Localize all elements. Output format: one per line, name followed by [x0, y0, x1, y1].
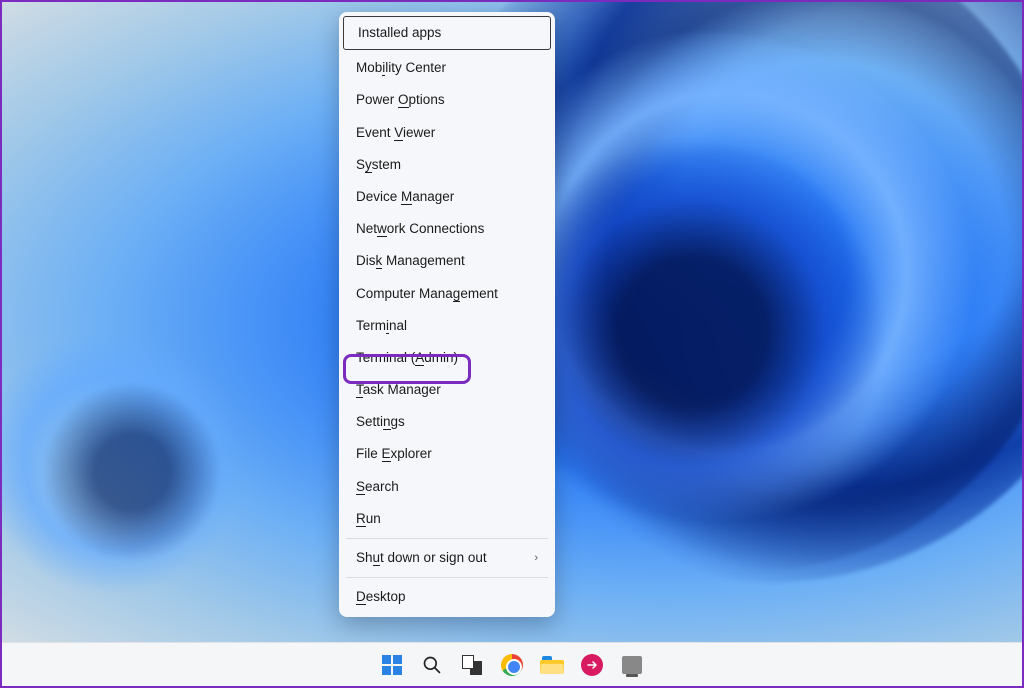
menu-item-task-manager[interactable]: Task Manager: [342, 374, 552, 406]
task-view-button[interactable]: [458, 651, 486, 679]
search-button[interactable]: [418, 651, 446, 679]
menu-item-shutdown[interactable]: Shut down or sign out ›: [342, 542, 552, 574]
menu-item-terminal-admin[interactable]: Terminal (Admin): [342, 342, 552, 374]
menu-separator: [346, 577, 548, 578]
wallpaper-bloom: [32, 362, 232, 582]
menu-item-installed-apps[interactable]: Installed apps: [343, 16, 551, 50]
pinned-app-2-button[interactable]: [618, 651, 646, 679]
menu-item-event-viewer[interactable]: Event Viewer: [342, 117, 552, 149]
menu-item-label: Terminal: [356, 318, 407, 334]
power-user-menu: Installed apps Mobility Center Power Optio…: [339, 12, 555, 617]
menu-item-label: Settings: [356, 414, 405, 430]
menu-item-system[interactable]: System: [342, 149, 552, 181]
menu-item-device-manager[interactable]: Device Manager: [342, 181, 552, 213]
menu-item-settings[interactable]: Settings: [342, 406, 552, 438]
menu-item-disk-management[interactable]: Disk Management: [342, 245, 552, 277]
folder-icon: [540, 656, 564, 674]
menu-item-label: Network Connections: [356, 221, 484, 237]
menu-item-label: Device Manager: [356, 189, 454, 205]
menu-item-run[interactable]: Run: [342, 503, 552, 535]
menu-item-mobility-center[interactable]: Mobility Center: [342, 52, 552, 84]
menu-item-search[interactable]: Search: [342, 471, 552, 503]
chrome-button[interactable]: [498, 651, 526, 679]
taskbar: [2, 642, 1022, 686]
menu-item-label: Shut down or sign out: [356, 550, 487, 566]
menu-item-file-explorer[interactable]: File Explorer: [342, 438, 552, 470]
menu-item-label: Terminal (Admin): [356, 350, 458, 366]
menu-item-label: Power Options: [356, 92, 445, 108]
menu-item-desktop[interactable]: Desktop: [342, 581, 552, 613]
menu-item-label: Event Viewer: [356, 125, 435, 141]
menu-item-label: Run: [356, 511, 381, 527]
menu-item-computer-management[interactable]: Computer Management: [342, 278, 552, 310]
menu-item-power-options[interactable]: Power Options: [342, 84, 552, 116]
task-view-icon: [462, 655, 482, 675]
menu-item-label: Mobility Center: [356, 60, 446, 76]
menu-item-label: Installed apps: [358, 25, 441, 41]
menu-item-label: File Explorer: [356, 446, 432, 462]
menu-item-label: Task Manager: [356, 382, 441, 398]
menu-item-terminal[interactable]: Terminal: [342, 310, 552, 342]
start-button[interactable]: [378, 651, 406, 679]
menu-item-label: Disk Management: [356, 253, 465, 269]
menu-item-label: System: [356, 157, 401, 173]
app-icon: [581, 654, 603, 676]
chrome-icon: [501, 654, 523, 676]
menu-item-label: Search: [356, 479, 399, 495]
chevron-right-icon: ›: [534, 552, 538, 565]
file-explorer-button[interactable]: [538, 651, 566, 679]
menu-item-network-connections[interactable]: Network Connections: [342, 213, 552, 245]
menu-item-label: Computer Management: [356, 286, 498, 302]
windows-logo-icon: [382, 655, 402, 675]
menu-separator: [346, 538, 548, 539]
search-icon: [422, 655, 442, 675]
app-icon: [622, 656, 642, 674]
menu-item-label: Desktop: [356, 589, 406, 605]
pinned-app-button[interactable]: [578, 651, 606, 679]
